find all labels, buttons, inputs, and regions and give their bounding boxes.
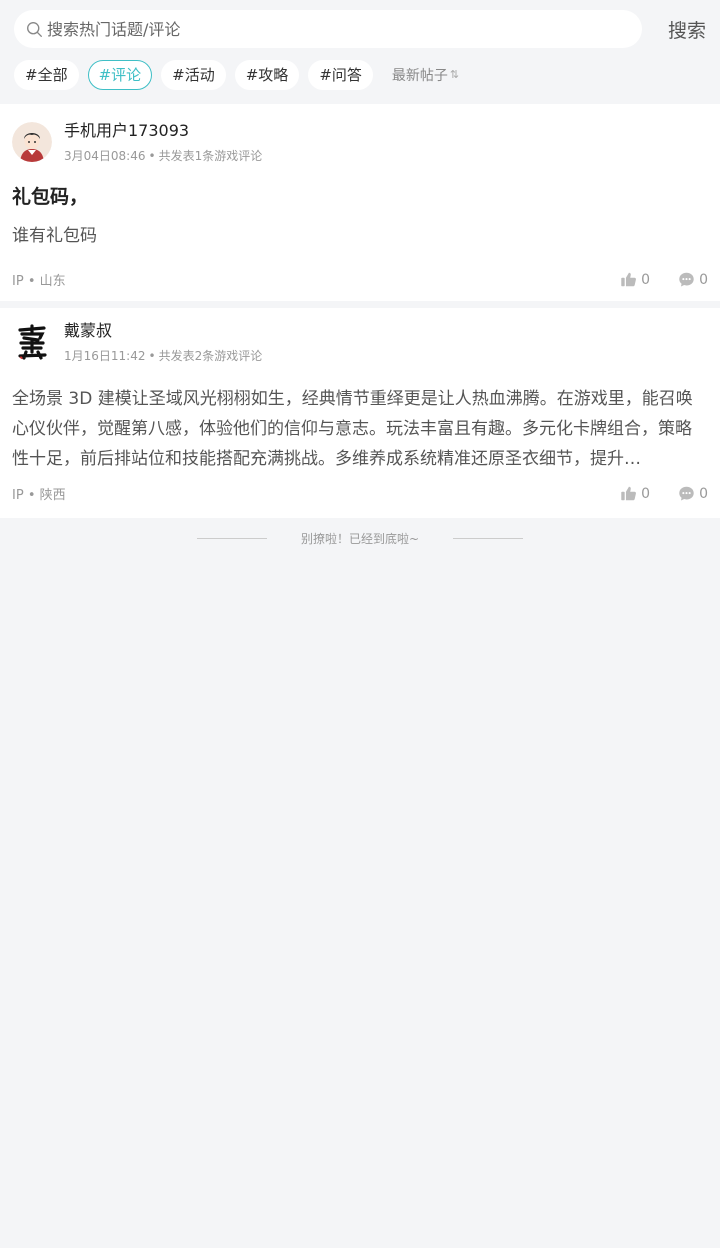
sort-arrows-icon: ⇅ <box>449 68 460 81</box>
post-time: 1月16日11:42 <box>64 349 146 363</box>
search-box[interactable] <box>14 10 642 48</box>
tag-guide[interactable]: #攻略 <box>234 59 300 90</box>
comment-button[interactable]: 0 <box>678 271 708 288</box>
post-actions: 0 0 <box>620 271 708 288</box>
comment-icon <box>679 272 694 287</box>
post-card[interactable]: 手机用户173093 3月04日08:46 • 共发表1条游戏评论 礼包码， 谁有礼… <box>0 104 720 301</box>
list-end-indicator: 别撩啦！已经到底啦~ <box>0 518 720 558</box>
tag-qa[interactable]: #问答 <box>308 59 373 90</box>
like-count: 0 <box>641 485 651 502</box>
post-footer: IP • 山东 0 0 <box>12 270 708 290</box>
like-button[interactable]: 0 <box>620 485 650 502</box>
author-name[interactable]: 手机用户173093 <box>64 120 262 142</box>
post-meta: 3月04日08:46 • 共发表1条游戏评论 <box>64 149 263 163</box>
search-row: 搜索 <box>14 10 706 48</box>
search-button[interactable]: 搜索 <box>642 16 706 43</box>
location-text: 陕西 <box>39 488 66 503</box>
comment-icon <box>679 486 694 501</box>
post-footer: IP • 陕西 0 0 <box>12 484 708 504</box>
author-meta: 戴蒙叔 1月16日11:42 • 共发表2条游戏评论 <box>64 320 262 364</box>
avatar[interactable] <box>12 122 52 162</box>
avatar[interactable] <box>12 322 52 362</box>
post-time: 3月04日08:46 <box>64 149 146 163</box>
user-avatar-icon <box>12 122 52 162</box>
tag-review[interactable]: #评论 <box>87 59 153 90</box>
author-stats: 共发表2条游戏评论 <box>158 349 263 363</box>
author-stats: 共发表1条游戏评论 <box>158 149 263 163</box>
tag-event[interactable]: #活动 <box>161 59 226 90</box>
author-meta: 手机用户173093 3月04日08:46 • 共发表1条游戏评论 <box>64 120 262 164</box>
thumbs-up-icon <box>621 486 637 501</box>
ip-location: IP • 山东 <box>12 274 66 289</box>
post-author: 手机用户173093 3月04日08:46 • 共发表1条游戏评论 <box>12 120 708 170</box>
post-title: 礼包码， <box>12 186 89 208</box>
tag-filter-bar: #全部 #评论 #活动 #攻略 #问答 最新帖子 ⇅ <box>14 59 706 90</box>
end-text: 别撩啦！已经到底啦~ <box>300 531 420 546</box>
search-icon <box>27 21 42 37</box>
like-count: 0 <box>641 271 651 288</box>
header: 搜索 #全部 #评论 #活动 #攻略 #问答 最新帖子 ⇅ <box>0 0 720 104</box>
tag-all[interactable]: #全部 <box>14 59 79 90</box>
post-meta: 1月16日11:42 • 共发表2条游戏评论 <box>64 349 263 363</box>
comment-button[interactable]: 0 <box>678 485 708 502</box>
author-name[interactable]: 戴蒙叔 <box>64 320 262 342</box>
post-body: 全场景 3D 建模让圣域风光栩栩如生，经典情节重绎更是让人热血沸腾。在游戏里，能… <box>12 389 693 469</box>
sort-toggle[interactable]: 最新帖子 ⇅ <box>392 65 459 85</box>
ip-location: IP • 陕西 <box>12 488 66 503</box>
comment-count: 0 <box>699 271 708 288</box>
calligraphy-avatar-icon <box>12 322 52 362</box>
divider <box>453 537 524 539</box>
post-body: 谁有礼包码 <box>12 226 97 246</box>
divider <box>196 537 267 539</box>
like-button[interactable]: 0 <box>620 271 650 288</box>
post-author: 戴蒙叔 1月16日11:42 • 共发表2条游戏评论 <box>12 320 708 370</box>
location-text: 山东 <box>39 274 66 289</box>
comment-count: 0 <box>699 485 708 502</box>
post-card[interactable]: 戴蒙叔 1月16日11:42 • 共发表2条游戏评论 全场景 3D 建模让圣域风光栩… <box>0 308 720 518</box>
post-actions: 0 0 <box>620 485 708 502</box>
search-input[interactable] <box>47 19 642 39</box>
thumbs-up-icon <box>621 272 637 287</box>
sort-label: 最新帖子 <box>391 67 448 84</box>
